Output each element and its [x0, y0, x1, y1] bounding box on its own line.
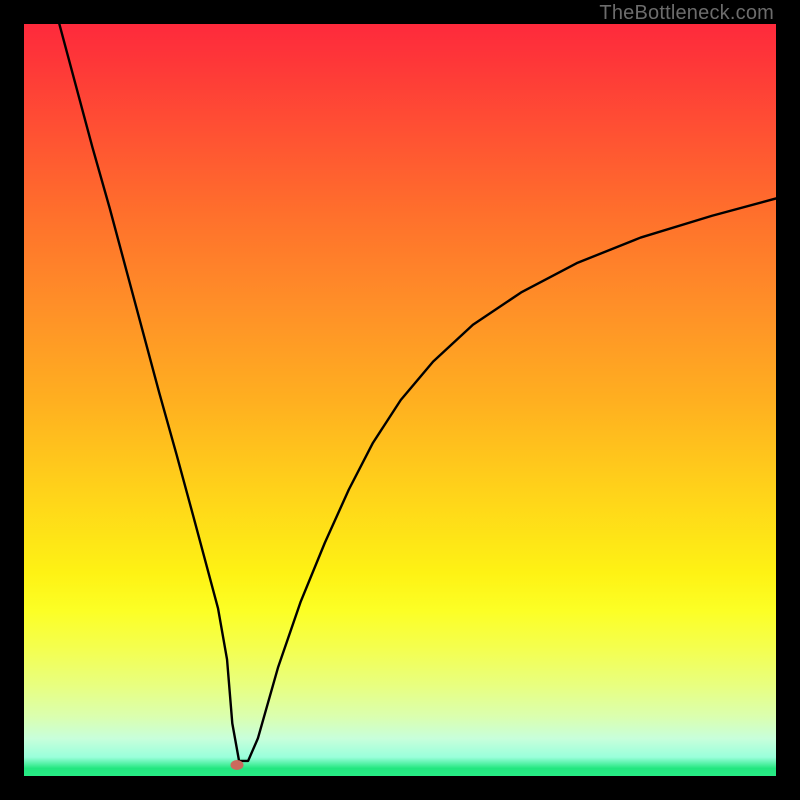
bottleneck-curve [24, 24, 776, 776]
optimal-point-marker [230, 760, 243, 770]
plot-area [24, 24, 776, 776]
chart-frame: TheBottleneck.com [0, 0, 800, 800]
watermark-text: TheBottleneck.com [599, 2, 774, 25]
